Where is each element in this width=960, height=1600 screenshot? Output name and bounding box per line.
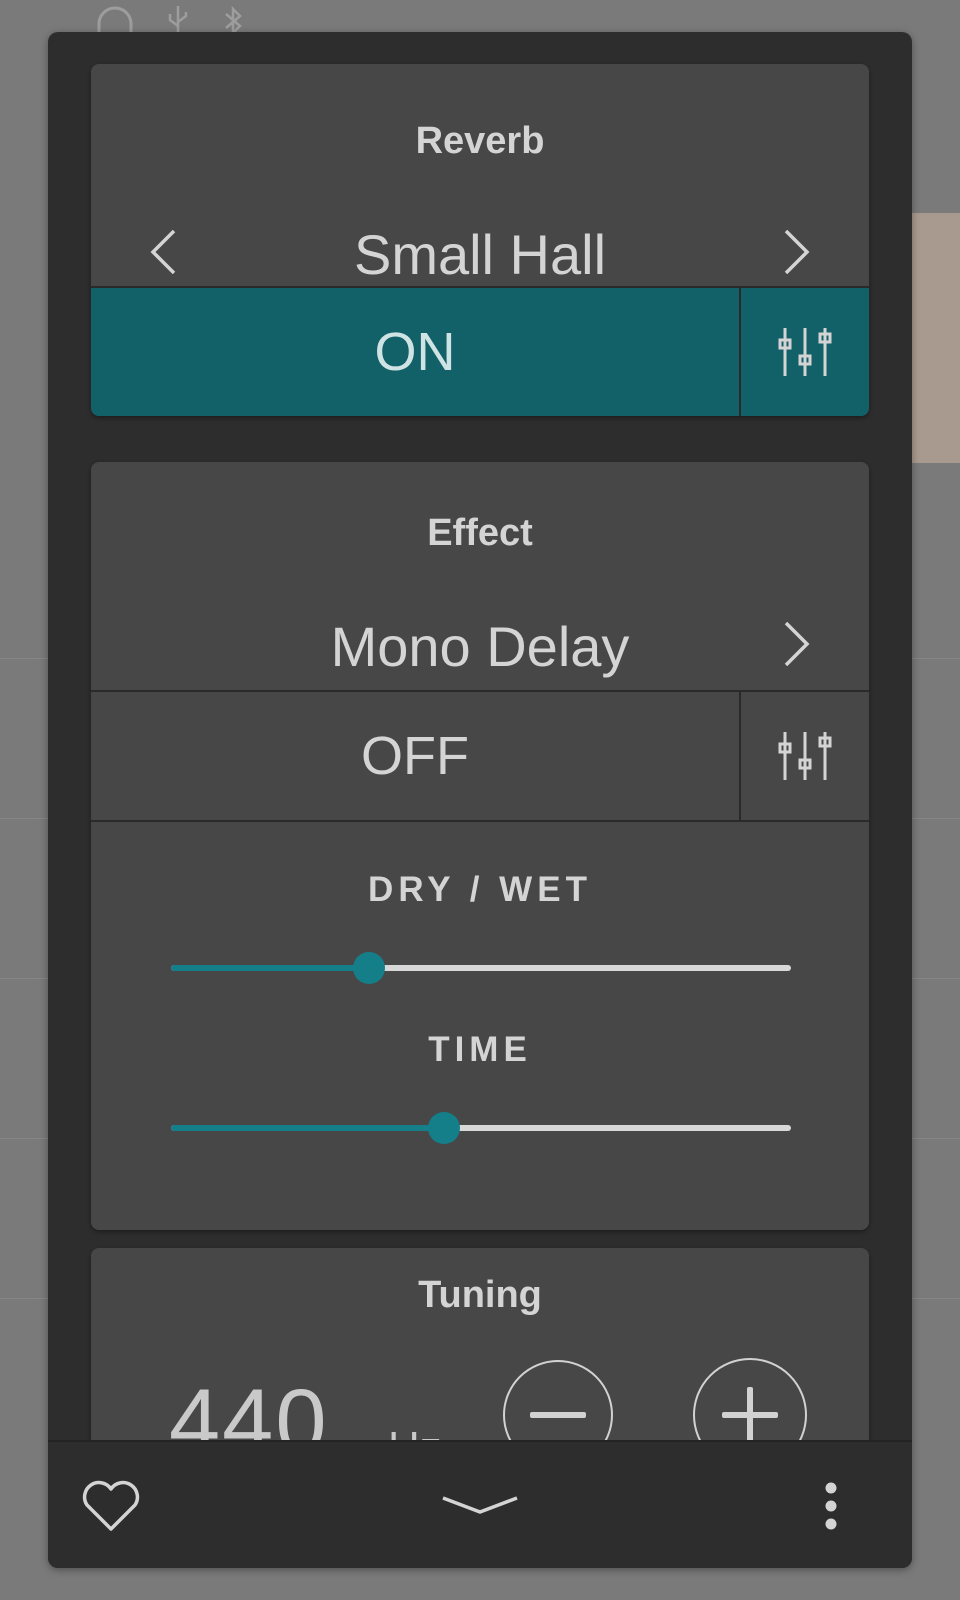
effect-toggle-button[interactable]: OFF xyxy=(91,692,739,820)
effect-title: Effect xyxy=(427,512,533,554)
reverb-title: Reverb xyxy=(415,120,545,162)
tuning-value: 440 xyxy=(169,1371,329,1440)
effect-card: Effect Mono Delay OFF DRY / WET TIME xyxy=(91,462,869,1230)
chevron-right-icon xyxy=(784,229,810,275)
time-slider[interactable] xyxy=(171,1106,791,1150)
reverb-toggle-button[interactable]: ON xyxy=(91,288,739,416)
heart-icon xyxy=(82,1480,140,1531)
tuning-title: Tuning xyxy=(418,1274,542,1316)
more-vertical-icon xyxy=(825,1482,837,1530)
reverb-preset-name[interactable]: Small Hall xyxy=(221,222,739,287)
effect-settings-button[interactable] xyxy=(739,692,869,820)
slider-fill xyxy=(171,1125,444,1131)
background-button xyxy=(912,213,960,463)
panel-scroll-area[interactable]: Reverb Small Hall ON Effect Mono Delay O… xyxy=(48,32,912,1440)
reverb-card: Reverb Small Hall ON xyxy=(91,64,869,416)
slider-thumb[interactable] xyxy=(427,1112,460,1144)
time-label: TIME xyxy=(428,1030,532,1069)
dry-wet-slider[interactable] xyxy=(171,946,791,990)
sound-settings-panel: Reverb Small Hall ON Effect Mono Delay O… xyxy=(48,32,912,1568)
minus-icon xyxy=(530,1412,586,1418)
chevron-left-icon xyxy=(150,229,176,275)
tuning-unit: Hz xyxy=(388,1423,442,1440)
effect-preset-name[interactable]: Mono Delay xyxy=(221,614,739,679)
effect-parameters: DRY / WET TIME xyxy=(91,820,869,1206)
collapse-button[interactable] xyxy=(430,1482,530,1530)
more-options-button[interactable] xyxy=(806,1474,856,1538)
tuning-decrease-button[interactable] xyxy=(503,1360,613,1440)
reverb-toggle-row: ON xyxy=(91,286,869,416)
sliders-icon xyxy=(778,732,832,780)
chevron-right-icon xyxy=(784,621,810,667)
reverb-settings-button[interactable] xyxy=(739,288,869,416)
tuning-increase-button[interactable] xyxy=(693,1358,807,1440)
effect-toggle-row: OFF xyxy=(91,690,869,820)
reverb-prev-button[interactable] xyxy=(133,222,193,282)
panel-bottom-bar xyxy=(48,1440,912,1568)
sliders-icon xyxy=(778,328,832,376)
tuning-card: Tuning 440 Hz xyxy=(91,1248,869,1440)
effect-next-button[interactable] xyxy=(767,614,827,674)
slider-fill xyxy=(171,965,370,971)
chevron-down-icon xyxy=(442,1496,518,1514)
favorite-button[interactable] xyxy=(76,1474,146,1538)
slider-thumb[interactable] xyxy=(353,952,386,984)
plus-icon xyxy=(722,1387,778,1440)
dry-wet-label: DRY / WET xyxy=(368,870,592,909)
reverb-next-button[interactable] xyxy=(767,222,827,282)
